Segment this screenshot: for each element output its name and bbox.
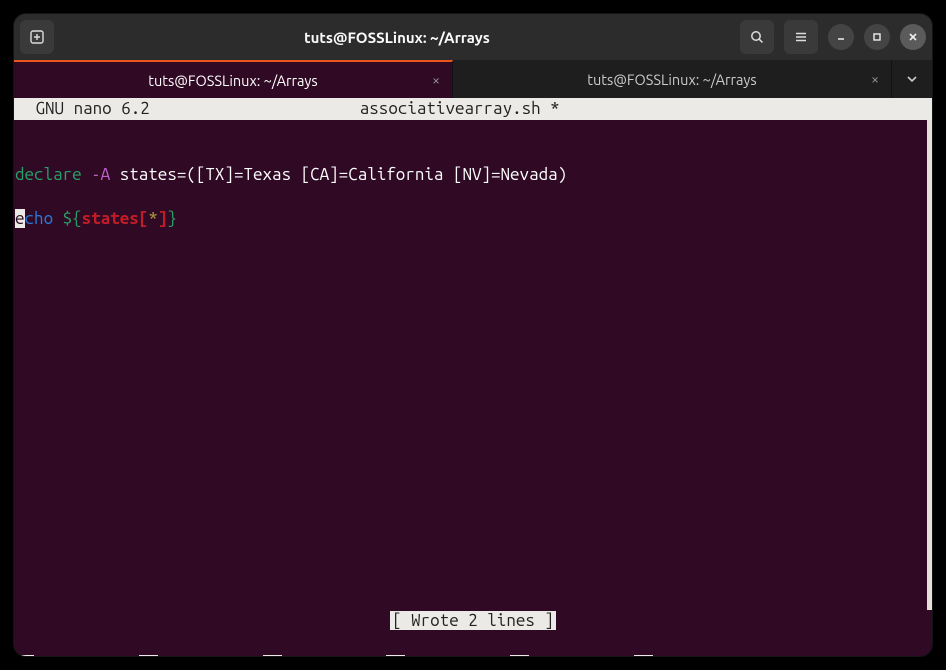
- tab-bar: tuts@FOSSLinux: ~/Arrays × tuts@FOSSLinu…: [14, 60, 932, 98]
- code-line-2: echo ${states[*]}: [15, 209, 177, 228]
- minimize-button[interactable]: [828, 24, 854, 50]
- tab-close-icon[interactable]: ×: [871, 71, 879, 87]
- tab-2[interactable]: tuts@FOSSLinux: ~/Arrays ×: [453, 60, 892, 98]
- scrollbar[interactable]: [927, 120, 932, 610]
- cursor: e: [15, 209, 25, 228]
- nano-header: GNU nano 6.2 associativearray.sh *: [14, 98, 932, 120]
- tab-close-icon[interactable]: ×: [432, 72, 440, 88]
- tab-label: tuts@FOSSLinux: ~/Arrays: [148, 72, 317, 89]
- tab-1[interactable]: tuts@FOSSLinux: ~/Arrays ×: [14, 60, 453, 98]
- new-tab-button[interactable]: [20, 20, 54, 54]
- nano-filename: associativearray.sh *: [150, 98, 920, 120]
- editor-area[interactable]: declare -A states=([TX]=Texas [CA]=Calif…: [14, 120, 932, 610]
- shortcut-row-1: ^G Help ^O Write Out ^W Where Is ^K Cut …: [15, 655, 739, 656]
- window-title: tuts@FOSSLinux: ~/Arrays: [54, 29, 740, 46]
- status-line: [ Wrote 2 lines ]: [14, 610, 932, 632]
- terminal-window: tuts@FOSSLinux: ~/Arrays tuts@FOSSLinux:…: [14, 14, 932, 656]
- menu-button[interactable]: [784, 20, 818, 54]
- titlebar: tuts@FOSSLinux: ~/Arrays: [14, 14, 932, 60]
- tab-label: tuts@FOSSLinux: ~/Arrays: [587, 71, 756, 88]
- search-button[interactable]: [740, 20, 774, 54]
- close-button[interactable]: [900, 24, 926, 50]
- maximize-button[interactable]: [864, 24, 890, 50]
- code-line-1: declare -A states=([TX]=Texas [CA]=Calif…: [15, 165, 567, 184]
- nano-version: GNU nano 6.2: [26, 98, 150, 120]
- tab-overflow-chevron[interactable]: [892, 60, 932, 98]
- shortcut-bar: ^G Help ^O Write Out ^W Where Is ^K Cut …: [14, 632, 932, 656]
